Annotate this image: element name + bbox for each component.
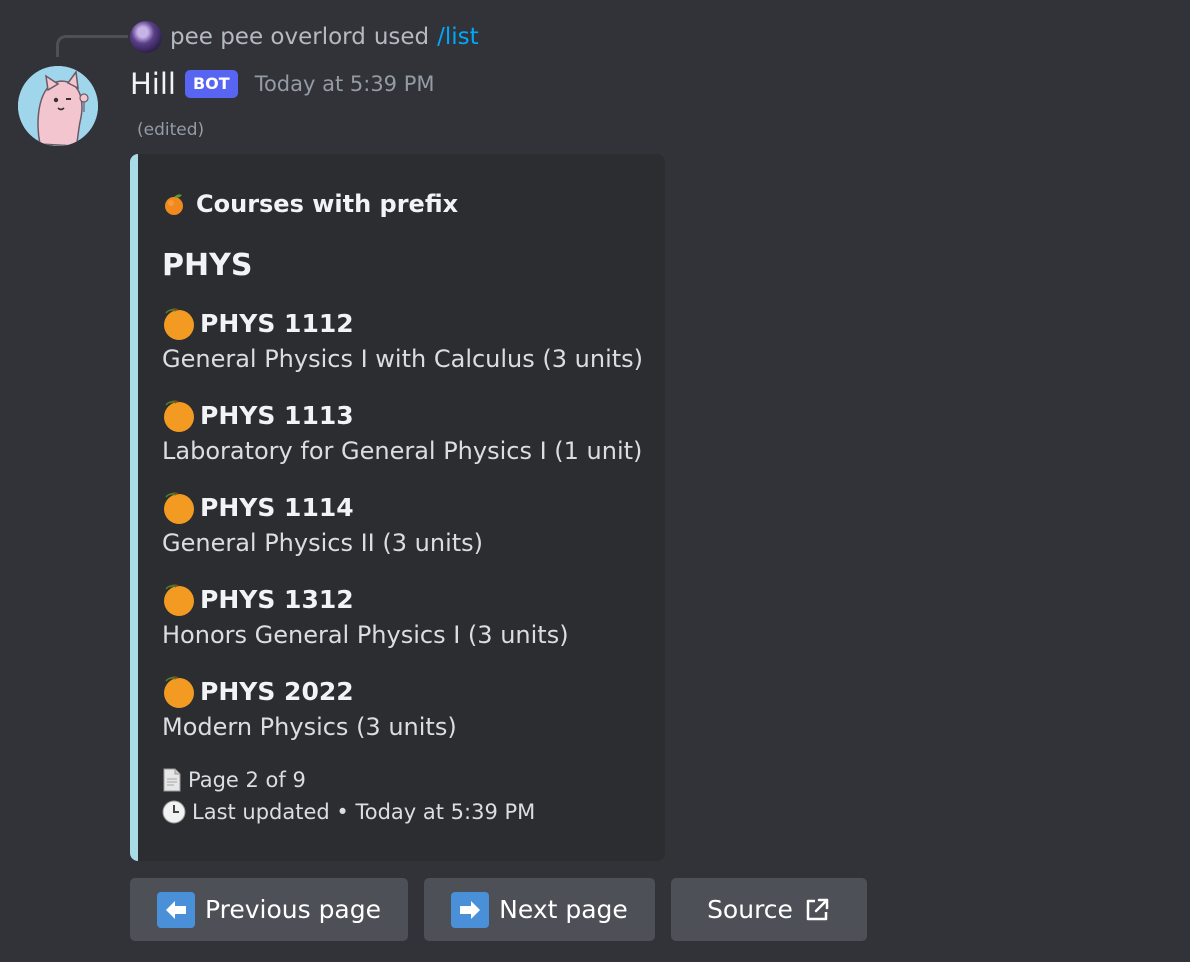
orange-icon [164,308,194,340]
course-field: PHYS 1113 Laboratory for General Physics… [162,396,642,465]
course-field: PHYS 1312 Honors General Physics I (3 un… [162,580,569,649]
course-description: General Physics I with Calculus (3 units… [162,345,644,373]
course-field-name: PHYS 1114 [162,488,483,526]
page-icon [163,768,181,792]
embed-author: Courses with prefix [162,190,458,218]
course-code: PHYS 1112 [200,308,354,338]
timestamp[interactable]: Today at 5:39 PM [255,72,435,96]
left-arrow-icon [156,891,195,928]
embed-footer-updated: Last updated • Today at 5:39 PM [162,800,535,824]
course-field-name: PHYS 2022 [162,672,457,710]
course-code: PHYS 1114 [200,492,354,522]
orange-icon [164,492,194,524]
embed-author-text: Courses with prefix [196,190,459,218]
orange-icon [165,194,183,215]
message-header: Hill BOT Today at 5:39 PM [130,66,435,102]
course-code: PHYS 2022 [200,676,354,706]
course-field: PHYS 2022 Modern Physics (3 units) [162,672,457,741]
external-link-icon [803,896,831,924]
embed: Courses with prefix PHYS PHYS 1112 Gener… [130,154,665,861]
next-page-button[interactable]: Next page [424,878,655,941]
embed-footer-page: Page 2 of 9 [162,768,306,792]
reply-username[interactable]: pee pee overlord [170,24,366,50]
previous-page-button[interactable]: Previous page [130,878,408,941]
clock-icon [162,800,186,824]
reply-action: used [373,24,430,50]
edited-label: (edited) [137,120,205,140]
orange-icon [164,676,194,708]
course-code: PHYS 1312 [200,584,354,614]
embed-title: PHYS [162,248,253,283]
source-link-button[interactable]: Source [671,878,867,941]
username[interactable]: Hill [130,67,176,101]
course-field: PHYS 1112 General Physics I with Calculu… [162,304,643,373]
reply-connector [56,35,128,57]
course-description: Modern Physics (3 units) [162,713,457,741]
course-description: Honors General Physics I (3 units) [162,621,569,649]
orange-icon [164,400,194,432]
course-field-name: PHYS 1113 [162,396,642,434]
command-reply-line[interactable]: pee pee overlord used /list [130,20,479,54]
page-indicator: Page 2 of 9 [188,768,306,792]
course-field-name: PHYS 1112 [162,304,643,342]
course-field: PHYS 1114 General Physics II (3 units) [162,488,483,557]
source-label: Source [707,895,793,924]
last-updated: Last updated • Today at 5:39 PM [192,800,536,824]
course-field-name: PHYS 1312 [162,580,569,618]
avatar[interactable] [18,66,98,146]
orange-icon [164,584,194,616]
course-description: Laboratory for General Physics I (1 unit… [162,437,643,465]
reply-avatar[interactable] [130,21,162,53]
reply-command[interactable]: /list [437,24,479,50]
course-description: General Physics II (3 units) [162,529,484,557]
course-code: PHYS 1113 [200,400,354,430]
previous-page-label: Previous page [204,895,382,924]
next-page-label: Next page [499,895,628,924]
right-arrow-icon [451,891,490,928]
bot-badge: BOT [184,70,238,98]
message-view: pee pee overlord used /list Hill BOT Tod… [0,0,1190,962]
